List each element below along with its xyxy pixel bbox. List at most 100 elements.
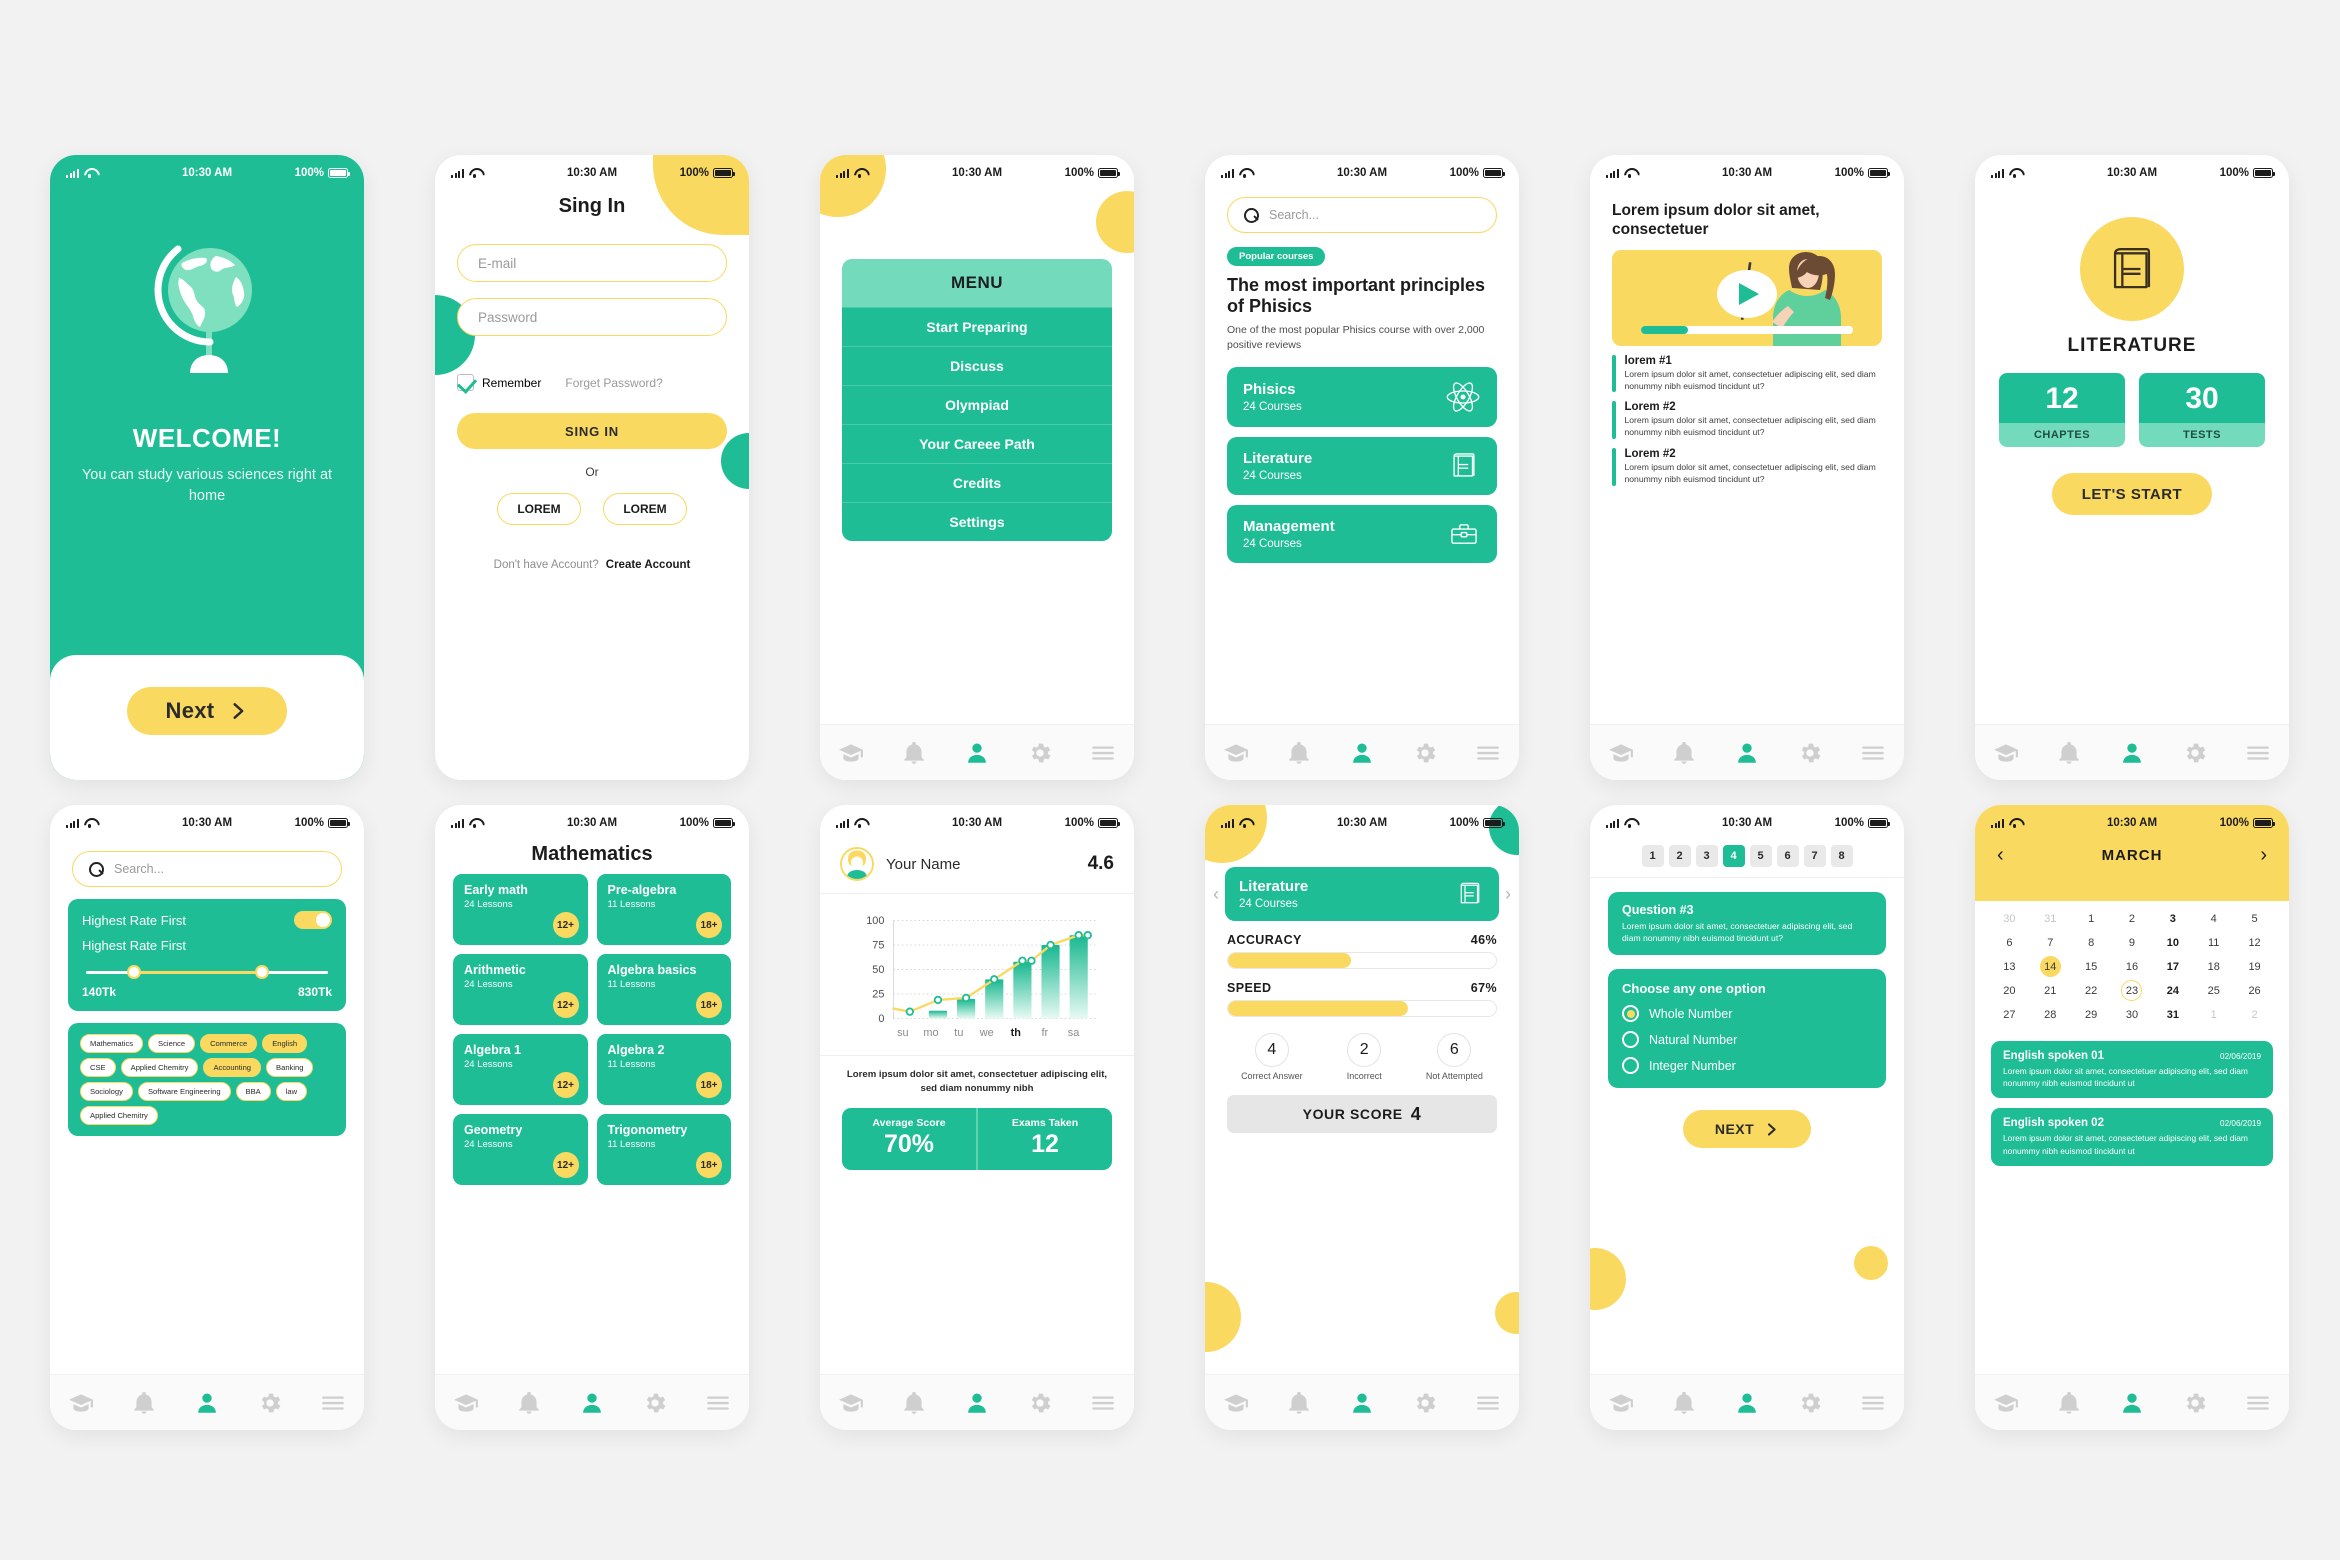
hamburger-icon[interactable] xyxy=(2245,1390,2271,1416)
hamburger-icon[interactable] xyxy=(1860,740,1886,766)
user-icon[interactable] xyxy=(1734,1390,1760,1416)
event-card-1[interactable]: English spoken 01 02/06/2019 Lorem ipsum… xyxy=(1991,1041,2273,1099)
day-cell[interactable]: 12 xyxy=(2234,932,2275,953)
gear-icon[interactable] xyxy=(2182,1390,2208,1416)
user-icon[interactable] xyxy=(964,1390,990,1416)
option-integer-number[interactable]: Integer Number xyxy=(1622,1057,1872,1075)
sort-toggle[interactable] xyxy=(294,911,332,929)
gear-icon[interactable] xyxy=(1027,1390,1053,1416)
day-cell[interactable]: 26 xyxy=(2234,980,2275,1001)
option-whole-number[interactable]: Whole Number xyxy=(1622,1005,1872,1023)
chip-accounting[interactable]: Accounting xyxy=(203,1058,262,1077)
user-icon[interactable] xyxy=(964,740,990,766)
user-icon[interactable] xyxy=(1349,1390,1375,1416)
next-button[interactable]: Next xyxy=(127,687,287,735)
day-cell[interactable]: 5 xyxy=(2234,908,2275,929)
graduation-cap-icon[interactable] xyxy=(453,1390,479,1416)
slider-knob-max[interactable] xyxy=(255,965,270,979)
hamburger-icon[interactable] xyxy=(705,1390,731,1416)
password-field[interactable]: Password xyxy=(457,298,727,336)
forget-password-link[interactable]: Forget Password? xyxy=(565,376,662,390)
user-icon[interactable] xyxy=(1349,740,1375,766)
day-cell[interactable]: 1 xyxy=(2193,1004,2234,1025)
chip-commerce[interactable]: Commerce xyxy=(200,1034,258,1053)
day-cell[interactable]: 30 xyxy=(2112,1004,2153,1025)
gear-icon[interactable] xyxy=(1412,1390,1438,1416)
day-cell[interactable]: 22 xyxy=(2071,980,2112,1001)
bell-icon[interactable] xyxy=(901,740,927,766)
course-card-literature[interactable]: Literature 24 Courses xyxy=(1225,867,1499,921)
chip-sociology[interactable]: Sociology xyxy=(80,1082,133,1101)
day-cell-selected[interactable]: 14 xyxy=(2030,956,2071,977)
avatar[interactable] xyxy=(840,847,874,881)
day-cell[interactable]: 13 xyxy=(1989,956,2030,977)
search-input[interactable]: Search... xyxy=(1227,197,1497,233)
day-cell[interactable]: 2 xyxy=(2234,1004,2275,1025)
user-icon[interactable] xyxy=(579,1390,605,1416)
hamburger-icon[interactable] xyxy=(1860,1390,1886,1416)
menu-item-olympiad[interactable]: Olympiad xyxy=(842,385,1112,424)
gear-icon[interactable] xyxy=(257,1390,283,1416)
prev-month-arrow-icon[interactable]: ‹ xyxy=(1997,845,2004,865)
gear-icon[interactable] xyxy=(2182,740,2208,766)
day-cell[interactable]: 11 xyxy=(2193,932,2234,953)
chip-applied-chemistry-2[interactable]: Applied Chemitry xyxy=(80,1106,158,1125)
search-input[interactable]: Search... xyxy=(72,851,342,887)
graduation-cap-icon[interactable] xyxy=(1223,740,1249,766)
day-cell[interactable]: 6 xyxy=(1989,932,2030,953)
lets-start-button[interactable]: LET'S START xyxy=(2052,473,2212,515)
bell-icon[interactable] xyxy=(1671,1390,1697,1416)
chip-english[interactable]: English xyxy=(262,1034,308,1053)
topic-card-trigonometry[interactable]: Trigonometry 11 Lessons 18+ xyxy=(596,1114,731,1185)
create-account-link[interactable]: Create Account xyxy=(606,559,691,571)
price-range-slider[interactable] xyxy=(86,965,328,979)
graduation-cap-icon[interactable] xyxy=(838,1390,864,1416)
day-cell[interactable]: 18 xyxy=(2193,956,2234,977)
day-cell[interactable]: 7 xyxy=(2030,932,2071,953)
bell-icon[interactable] xyxy=(131,1390,157,1416)
topic-card-pre-algebra[interactable]: Pre-algebra 11 Lessons 18+ xyxy=(596,874,731,945)
signin-button[interactable]: SING IN xyxy=(457,413,727,449)
social-button-1[interactable]: LOREM xyxy=(497,493,581,525)
chip-law[interactable]: law xyxy=(275,1082,308,1101)
bell-icon[interactable] xyxy=(2056,1390,2082,1416)
question-number-7[interactable]: 7 xyxy=(1803,845,1826,867)
social-button-2[interactable]: LOREM xyxy=(603,493,687,525)
chip-banking[interactable]: Banking xyxy=(266,1058,314,1077)
day-cell[interactable]: 15 xyxy=(2071,956,2112,977)
topic-card-early-math[interactable]: Early math 24 Lessons 12+ xyxy=(453,874,588,945)
day-cell[interactable]: 8 xyxy=(2071,932,2112,953)
day-cell[interactable]: 28 xyxy=(2030,1004,2071,1025)
day-cell[interactable]: 9 xyxy=(2112,932,2153,953)
menu-item-start-preparing[interactable]: Start Preparing xyxy=(842,307,1112,346)
video-player[interactable] xyxy=(1612,249,1882,346)
day-cell[interactable]: 29 xyxy=(2071,1004,2112,1025)
hamburger-icon[interactable] xyxy=(320,1390,346,1416)
bell-icon[interactable] xyxy=(2056,740,2082,766)
option-natural-number[interactable]: Natural Number xyxy=(1622,1031,1872,1049)
menu-item-credits[interactable]: Credits xyxy=(842,463,1112,502)
carousel-next-arrow-icon[interactable]: › xyxy=(1505,884,1511,905)
topic-card-geometry[interactable]: Geometry 24 Lessons 12+ xyxy=(453,1114,588,1185)
day-cell[interactable]: 31 xyxy=(2030,908,2071,929)
day-cell[interactable]: 10 xyxy=(2152,932,2193,953)
remember-checkbox[interactable] xyxy=(457,374,474,391)
slider-knob-min[interactable] xyxy=(127,965,142,979)
course-card-physics[interactable]: Phisics 24 Courses xyxy=(1227,366,1497,427)
question-number-8[interactable]: 8 xyxy=(1830,845,1853,867)
lesson-item[interactable]: lorem #1 Lorem ipsum dolor sit amet, con… xyxy=(1612,354,1882,393)
gear-icon[interactable] xyxy=(1797,740,1823,766)
menu-item-settings[interactable]: Settings xyxy=(842,502,1112,541)
lesson-item[interactable]: Lorem #2 Lorem ipsum dolor sit amet, con… xyxy=(1612,448,1882,486)
graduation-cap-icon[interactable] xyxy=(1608,1390,1634,1416)
day-cell[interactable]: 31 xyxy=(2152,1004,2193,1025)
hamburger-icon[interactable] xyxy=(1475,740,1501,766)
question-number-6[interactable]: 6 xyxy=(1776,845,1799,867)
day-cell[interactable]: 17 xyxy=(2152,956,2193,977)
graduation-cap-icon[interactable] xyxy=(1608,740,1634,766)
user-icon[interactable] xyxy=(2119,740,2145,766)
gear-icon[interactable] xyxy=(1797,1390,1823,1416)
graduation-cap-icon[interactable] xyxy=(838,740,864,766)
user-icon[interactable] xyxy=(2119,1390,2145,1416)
user-icon[interactable] xyxy=(1734,740,1760,766)
